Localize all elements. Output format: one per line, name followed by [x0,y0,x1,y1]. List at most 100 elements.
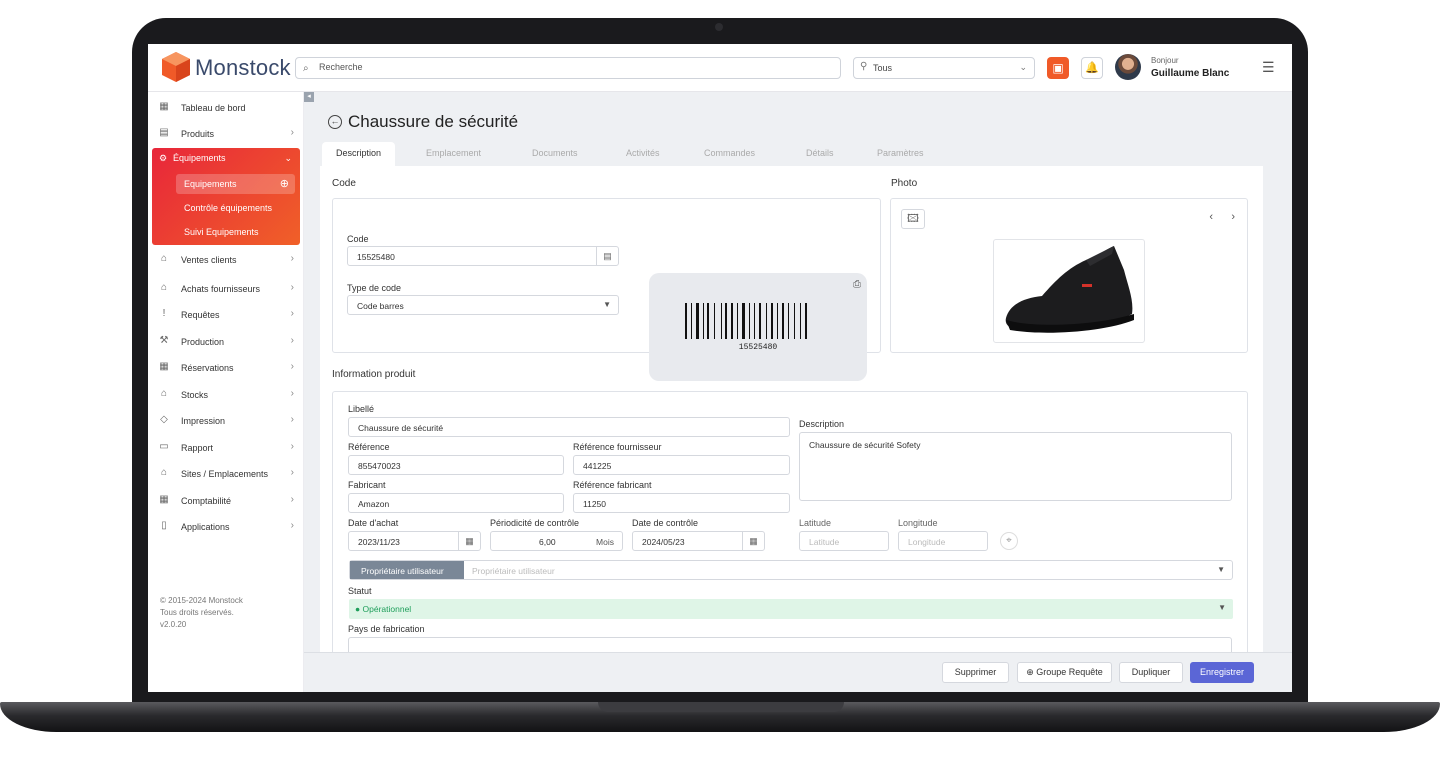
date-controle-field[interactable]: 2024/05/23 ▦ [632,531,765,551]
latitude-field[interactable]: Latitude [799,531,889,551]
sidebar-item-equipments[interactable]: ⚙ Équipements [159,153,226,164]
apps-icon: ▯ [161,520,167,531]
back-arrow-icon[interactable]: ← [328,115,342,129]
user-name[interactable]: Guillaume Blanc [1151,68,1229,79]
sidebar-item-label: Achats fournisseurs [181,284,261,294]
dropdown-arrow-icon: ▼ [1217,565,1225,574]
chevron-right-icon: › [290,127,294,138]
sidebar-item-label: Applications [181,522,230,532]
barcode-bar [707,303,710,339]
calendar-icon[interactable]: ▦ [742,532,764,550]
longitude-label: Longitude [898,518,938,528]
notification-bell-icon[interactable]: 🔔 [1081,57,1103,79]
sidebar-item-stocks[interactable]: ⌂ Stocks › [158,384,294,406]
copyright-line: Tous droits réservés. [160,608,234,617]
tab-description[interactable]: Description [322,142,396,166]
sidebar-item-dashboard[interactable]: ▦ Tableau de bord [158,97,294,119]
chevron-left-icon[interactable]: ‹ [1209,211,1213,223]
reference-field[interactable]: 855470023 [348,455,564,475]
hamburger-menu-icon[interactable]: ☰ [1262,59,1275,76]
production-icon: ⚒ [159,335,169,346]
add-image-icon[interactable]: 🖾 [901,209,925,229]
search-input[interactable]: ⌕ Recherche [295,57,841,79]
sidebar-item-ventes-clients[interactable]: ⌂ Ventes clients › [158,249,294,271]
product-photo[interactable] [993,239,1145,343]
code-type-select[interactable]: Code barres ▼ [347,295,619,315]
barcode-bar [737,303,739,339]
scan-barcode-icon[interactable]: ▤ [596,247,618,265]
accounting-icon: ▦ [159,494,169,505]
calendar-icon[interactable]: ▦ [458,532,480,550]
tab-emplacement[interactable]: Emplacement [412,142,495,166]
webcam [715,23,723,31]
scan-button[interactable]: ▣ [1047,57,1069,79]
chevron-right-icon: › [290,282,294,293]
ref-fournisseur-field[interactable]: 441225 [573,455,790,475]
tab-documents[interactable]: Documents [518,142,592,166]
chevron-right-icon: › [290,441,294,452]
tab-commandes[interactable]: Commandes [690,142,769,166]
longitude-field[interactable]: Longitude [898,531,988,551]
location-select[interactable]: ⚲ Tous ⌄ [853,57,1035,79]
sidebar: ▦ Tableau de bord ▤ Produits › ⚙ Équipeme… [148,92,304,692]
sidebar-item-rapport[interactable]: ▭ Rapport › [158,437,294,459]
sidebar-item-applications[interactable]: ▯ Applications › [158,516,294,538]
sidebar-item-reservations[interactable]: ▦ Réservations › [158,357,294,379]
ref-fabricant-field[interactable]: 11250 [573,493,790,513]
tab-activites[interactable]: Activités [612,142,674,166]
code-field[interactable]: 15525480 ▤ [347,246,619,266]
add-circle-icon[interactable]: ⊕ [280,177,289,190]
tab-details[interactable]: Détails [792,142,848,166]
sidebar-subitem-label: Equipements [184,179,237,189]
duplicate-button[interactable]: Dupliquer [1119,662,1183,683]
reference-value: 855470023 [358,461,401,471]
sidebar-item-impression[interactable]: ◇ Impression › [158,410,294,432]
chevron-right-icon: › [290,308,294,319]
locate-target-icon[interactable]: ⌖ [1000,532,1018,550]
sidebar-item-requetes[interactable]: ! Requêtes › [158,304,294,326]
statut-label: Statut [348,586,372,596]
latitude-label: Latitude [799,518,832,528]
sidebar-item-comptabilite[interactable]: ▦ Comptabilité › [158,490,294,512]
chevron-right-icon[interactable]: › [1231,211,1235,223]
sidebar-item-label: Tableau de bord [181,103,246,113]
sidebar-item-label: Comptabilité [181,496,232,506]
delete-button[interactable]: Supprimer [942,662,1009,683]
fabricant-field[interactable]: Amazon [348,493,564,513]
tab-parametres[interactable]: Paramètres [863,142,938,166]
ref-fabricant-label: Référence fabricant [573,480,652,490]
barcode-bar [720,303,722,339]
fabricant-value: Amazon [358,499,390,509]
group-request-button[interactable]: ⊕ Groupe Requête [1017,662,1112,683]
pays-label: Pays de fabrication [348,624,425,634]
save-button[interactable]: Enregistrer [1190,662,1254,683]
libelle-value: Chaussure de sécurité [358,423,444,433]
sidebar-group-equipments: ⚙ Équipements ⌄ Equipements ⊕ Contrôle éq… [152,148,300,245]
description-textarea[interactable]: Chaussure de sécurité Sofety [799,432,1232,501]
sidebar-item-production[interactable]: ⚒ Production › [158,331,294,353]
sidebar-item-sites[interactable]: ⌂ Sites / Emplacements › [158,463,294,485]
photo-section-title: Photo [891,178,918,189]
periodicite-field[interactable]: 6,00 Mois [490,531,623,551]
longitude-placeholder: Longitude [908,537,946,547]
barcode-bar [766,303,768,339]
avatar[interactable] [1115,54,1141,80]
reference-label: Référence [348,442,390,452]
sidebar-subitem-equipment-control[interactable]: Contrôle équipements [184,203,272,213]
barcode-bar [730,303,733,339]
libelle-field[interactable]: Chaussure de sécurité [348,417,790,437]
box-icon: ▤ [159,127,169,138]
date-achat-field[interactable]: 2023/11/23 ▦ [348,531,481,551]
statut-value: Opérationnel [362,604,412,614]
date-achat-label: Date d'achat [348,518,399,528]
sidebar-item-achats-fournisseurs[interactable]: ⌂ Achats fournisseurs › [158,278,294,300]
sidebar-item-products[interactable]: ▤ Produits › [158,123,294,145]
collapse-sidebar-icon[interactable]: ◂ [304,92,314,102]
printer-icon[interactable]: ⎙ [853,279,861,290]
shoe-image [1005,246,1134,333]
sidebar-item-label: Ventes clients [181,255,237,265]
sidebar-subitem-equipment-tracking[interactable]: Suivi Equipements [184,227,259,237]
sidebar-subitem-equipments[interactable]: Equipements ⊕ [176,174,295,194]
owner-select[interactable]: Propriétaire utilisateur Propriétaire ut… [349,560,1233,580]
statut-select[interactable]: ● Opérationnel ▼ [349,599,1233,619]
